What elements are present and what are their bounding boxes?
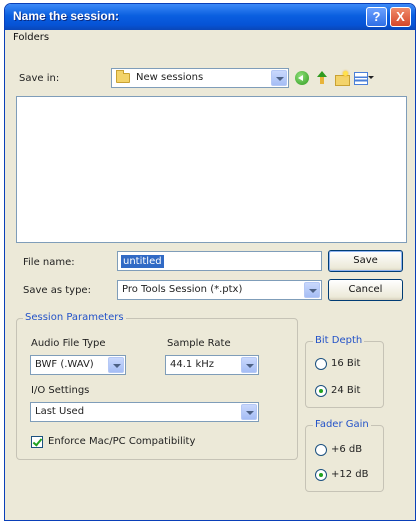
audio-file-type-label: Audio File Type bbox=[31, 338, 106, 349]
title-bar[interactable]: Name the session: ? X bbox=[5, 4, 415, 30]
help-icon: ? bbox=[372, 9, 381, 24]
dialog-title: Name the session: bbox=[13, 9, 120, 23]
save-in-label: Save in: bbox=[19, 73, 60, 84]
io-settings-value: Last Used bbox=[35, 406, 85, 417]
chevron-down-icon[interactable] bbox=[108, 357, 124, 373]
fader-gain-title: Fader Gain bbox=[313, 419, 371, 430]
file-name-input[interactable]: untitled bbox=[117, 251, 322, 271]
radio-16-bit[interactable] bbox=[315, 358, 327, 370]
chevron-down-icon[interactable] bbox=[304, 282, 320, 298]
fader-gain-group: Fader Gain +6 dB +12 dB bbox=[305, 419, 384, 492]
enforce-compatibility-label: Enforce Mac/PC Compatibility bbox=[48, 436, 196, 447]
radio-24-bit[interactable] bbox=[315, 385, 327, 397]
up-folder-icon[interactable] bbox=[315, 71, 329, 85]
menu-bar: Folders bbox=[5, 30, 415, 46]
radio-6-db[interactable] bbox=[315, 444, 327, 456]
enforce-compatibility-checkbox[interactable] bbox=[31, 436, 43, 448]
save-in-value: New sessions bbox=[136, 72, 204, 83]
views-menu-icon[interactable] bbox=[354, 71, 374, 85]
audio-file-type-value: BWF (.WAV) bbox=[35, 359, 94, 370]
new-folder-icon[interactable] bbox=[335, 71, 350, 86]
radio-16-bit-label: 16 Bit bbox=[331, 358, 361, 369]
close-icon: X bbox=[396, 9, 405, 24]
save-session-dialog: Name the session: ? X Folders Save in: N… bbox=[4, 3, 416, 521]
radio-12-db[interactable] bbox=[315, 469, 327, 481]
save-in-dropdown[interactable]: New sessions bbox=[111, 68, 289, 88]
sample-rate-dropdown[interactable]: 44.1 kHz bbox=[165, 355, 259, 375]
help-button[interactable]: ? bbox=[366, 7, 387, 27]
io-settings-label: I/O Settings bbox=[31, 385, 90, 396]
menu-folders[interactable]: Folders bbox=[13, 32, 49, 43]
cancel-button[interactable]: Cancel bbox=[328, 279, 403, 301]
session-parameters-group: Session Parameters Audio File Type BWF (… bbox=[16, 312, 298, 460]
chevron-down-icon[interactable] bbox=[241, 357, 257, 373]
chevron-down-icon[interactable] bbox=[271, 70, 287, 86]
sample-rate-value: 44.1 kHz bbox=[170, 359, 215, 370]
folder-icon bbox=[116, 70, 130, 83]
save-button[interactable]: Save bbox=[328, 250, 403, 272]
save-as-type-label: Save as type: bbox=[23, 285, 91, 296]
sample-rate-label: Sample Rate bbox=[167, 338, 231, 349]
bit-depth-group: Bit Depth 16 Bit 24 Bit bbox=[305, 335, 384, 408]
save-as-type-dropdown[interactable]: Pro Tools Session (*.ptx) bbox=[117, 280, 322, 300]
bit-depth-title: Bit Depth bbox=[313, 335, 365, 346]
save-as-type-value: Pro Tools Session (*.ptx) bbox=[122, 284, 243, 295]
chevron-down-icon[interactable] bbox=[241, 404, 257, 420]
radio-12-db-label: +12 dB bbox=[331, 469, 369, 480]
back-icon[interactable] bbox=[295, 71, 309, 85]
file-name-value: untitled bbox=[121, 255, 164, 268]
file-name-label: File name: bbox=[23, 257, 75, 268]
file-list[interactable] bbox=[16, 96, 407, 243]
radio-6-db-label: +6 dB bbox=[331, 444, 363, 455]
session-parameters-title: Session Parameters bbox=[23, 312, 126, 323]
audio-file-type-dropdown[interactable]: BWF (.WAV) bbox=[30, 355, 126, 375]
radio-24-bit-label: 24 Bit bbox=[331, 385, 361, 396]
io-settings-dropdown[interactable]: Last Used bbox=[30, 402, 259, 422]
close-button[interactable]: X bbox=[390, 7, 411, 27]
